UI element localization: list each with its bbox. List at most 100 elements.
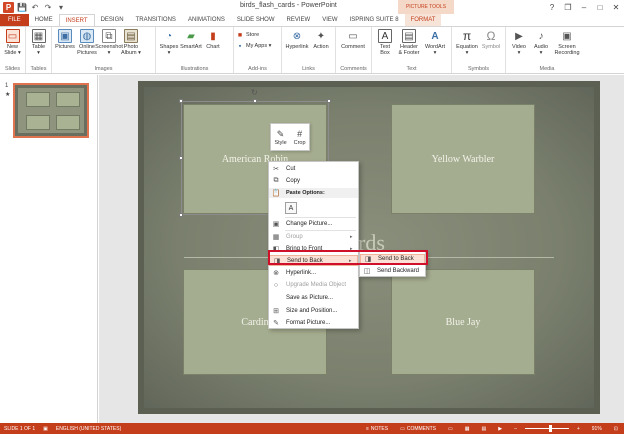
fit-slide-icon[interactable]: ⊡: [610, 426, 622, 432]
pictures-button[interactable]: ▣ Pictures: [54, 29, 76, 50]
minimize-icon[interactable]: –: [576, 0, 592, 14]
slide-count: SLIDE 1 OF 1: [4, 425, 36, 432]
text-box-button[interactable]: A Text Box: [374, 29, 396, 56]
menu-item-copy[interactable]: ⧉ Copy: [269, 176, 358, 186]
close-icon[interactable]: ✕: [608, 0, 624, 14]
group-symbols: π Equation ▾ Ω Symbol Symbols: [452, 27, 506, 73]
tab-format[interactable]: FORMAT: [404, 14, 442, 26]
smartart-button[interactable]: ▰ SmartArt: [180, 29, 202, 51]
redo-icon[interactable]: ↷: [43, 2, 53, 12]
spellcheck-icon[interactable]: ▣: [39, 426, 52, 432]
shapes-icon: ◔: [165, 30, 173, 42]
table-button[interactable]: ▦ Table ▾: [28, 29, 49, 56]
submenu-arrow-icon: ▸: [349, 257, 352, 264]
crop-button[interactable]: # Crop: [294, 129, 306, 146]
resize-handle-top-right[interactable]: [327, 99, 331, 103]
menu-item-hyperlink[interactable]: ⊗ Hyperlink...: [269, 268, 358, 278]
animation-star-icon: ★: [5, 92, 11, 98]
menu-item-save-as-picture[interactable]: Save as Picture...: [269, 293, 358, 303]
header-footer-icon: ▤: [402, 29, 416, 43]
reading-view-icon[interactable]: ▤: [477, 426, 490, 432]
menu-item-size-position[interactable]: ⊞ Size and Position...: [269, 306, 358, 316]
resize-handle-top-left[interactable]: [179, 99, 183, 103]
status-bar-right: ≡ NOTES ▭ COMMENTS ▭ ▦ ▤ ▶ – + 91% ⊡: [362, 423, 622, 434]
language-indicator[interactable]: ENGLISH (UNITED STATES): [52, 426, 125, 432]
menu-item-cut[interactable]: ✂ Cut: [269, 164, 358, 174]
normal-view-icon[interactable]: ▭: [444, 426, 457, 432]
comments-button[interactable]: ▭ COMMENTS: [396, 426, 440, 432]
shapes-button[interactable]: ◔ Shapes ▾: [158, 29, 180, 57]
menu-item-bring-to-front[interactable]: ◧ Bring to Front ▸: [269, 244, 358, 254]
zoom-slider[interactable]: [524, 425, 569, 432]
comment-button[interactable]: ▭ Comment: [338, 29, 368, 51]
pictures-icon: ▣: [58, 29, 72, 43]
store-button[interactable]: ■ Store: [236, 31, 271, 39]
zoom-slider-knob[interactable]: [549, 425, 553, 432]
rotate-handle-icon[interactable]: ↻: [251, 88, 258, 97]
tab-slide-show[interactable]: SLIDE SHOW: [231, 14, 281, 26]
photo-album-button[interactable]: ▤ Photo Album ▾: [120, 29, 142, 56]
zoom-level[interactable]: 91%: [588, 426, 606, 432]
group-icon: ▦: [272, 234, 280, 241]
resize-handle-top[interactable]: [253, 99, 257, 103]
tab-file[interactable]: FILE: [0, 14, 29, 26]
tab-home[interactable]: HOME: [29, 14, 59, 26]
screenshot-button[interactable]: ⧉ Screenshot ▾: [95, 29, 123, 56]
chart-icon: ▮: [210, 30, 216, 42]
customize-qat-icon[interactable]: ▾: [56, 2, 66, 12]
slide-number: 1: [5, 83, 9, 89]
paste-option-icon[interactable]: A: [285, 202, 297, 214]
status-bar: SLIDE 1 OF 1 ▣ ENGLISH (UNITED STATES) ≡…: [0, 423, 624, 434]
chart-button[interactable]: ▮ Chart: [202, 29, 224, 51]
online-pictures-icon: ◍: [80, 29, 94, 43]
tab-insert[interactable]: INSERT: [58, 14, 95, 26]
notes-button[interactable]: ≡ NOTES: [362, 426, 392, 432]
zoom-in-icon[interactable]: +: [573, 426, 584, 432]
ribbon-display-icon[interactable]: ❐: [560, 0, 576, 14]
tab-transitions[interactable]: TRANSITIONS: [130, 14, 182, 26]
slide-sorter-icon[interactable]: ▦: [461, 426, 474, 432]
menu-item-format-picture[interactable]: ✎ Format Picture...: [269, 318, 358, 328]
action-button[interactable]: ✦ Action: [310, 29, 332, 51]
submenu-item-send-to-back[interactable]: ◨ Send to Back: [360, 254, 425, 264]
comments-icon: ▭: [400, 425, 405, 432]
save-icon[interactable]: 💾: [17, 2, 27, 12]
audio-button[interactable]: ♪ Audio ▾: [530, 29, 552, 57]
menu-item-send-to-back[interactable]: ◨ Send to Back ▸: [269, 255, 358, 266]
tab-review[interactable]: REVIEW: [281, 14, 317, 26]
screen-recording-button[interactable]: ▣ Screen Recording: [552, 29, 582, 57]
my-apps-button[interactable]: ▪ My Apps ▾: [236, 42, 272, 50]
undo-icon[interactable]: ↶: [30, 2, 40, 12]
audio-icon: ♪: [538, 30, 544, 42]
help-icon[interactable]: ?: [544, 0, 560, 14]
menu-item-change-picture[interactable]: ▣ Change Picture...: [269, 219, 358, 229]
resize-handle-left[interactable]: [179, 156, 183, 160]
card-blue-jay[interactable]: Blue Jay: [391, 269, 535, 375]
text-box-icon: A: [378, 29, 392, 43]
resize-handle-bottom-left[interactable]: [179, 213, 183, 217]
new-slide-button[interactable]: ▭ New Slide ▾: [2, 29, 23, 56]
tab-view[interactable]: VIEW: [316, 14, 343, 26]
style-button[interactable]: ✎ Style: [274, 129, 286, 146]
header-footer-button[interactable]: ▤ Header & Footer: [396, 29, 422, 56]
video-button[interactable]: ▶ Video ▾: [508, 29, 530, 57]
card-yellow-warbler[interactable]: Yellow Warbler: [391, 104, 535, 214]
maximize-icon[interactable]: □: [592, 0, 608, 14]
window-title: birds_flash_cards - PowerPoint: [240, 2, 337, 9]
submenu-item-send-backward[interactable]: ◫ Send Backward: [360, 266, 425, 276]
symbol-button[interactable]: Ω Symbol: [480, 29, 502, 50]
tab-animations[interactable]: ANIMATIONS: [182, 14, 231, 26]
zoom-out-icon[interactable]: –: [510, 426, 521, 432]
send-to-back-submenu: ◨ Send to Back ◫ Send Backward: [359, 251, 426, 277]
slide-thumbnail-1[interactable]: [13, 83, 89, 138]
equation-button[interactable]: π Equation ▾: [454, 29, 480, 56]
menu-item-group: ▦ Group ▸: [269, 232, 358, 242]
hyperlink-button[interactable]: ⊗ Hyperlink: [284, 29, 310, 51]
slideshow-icon[interactable]: ▶: [494, 426, 506, 432]
tab-design[interactable]: DESIGN: [95, 14, 130, 26]
group-comments: ▭ Comment Comments: [336, 27, 372, 73]
wordart-button[interactable]: A WordArt ▾: [422, 29, 448, 57]
video-icon: ▶: [515, 30, 523, 42]
screen-recording-icon: ▣: [562, 30, 572, 42]
tab-ispring[interactable]: ISPRING SUITE 8: [344, 14, 405, 26]
